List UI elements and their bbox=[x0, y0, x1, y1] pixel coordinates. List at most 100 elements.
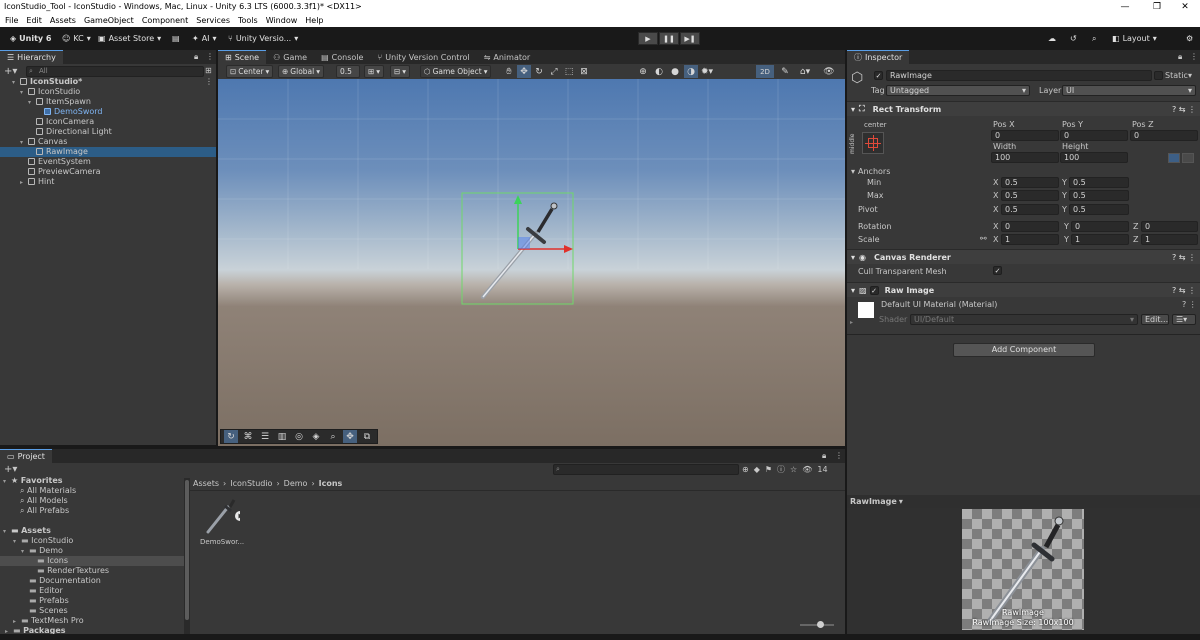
incremental-snap-dropdown[interactable]: ⊟ ▾ bbox=[390, 65, 411, 78]
tab-game[interactable]: ⚇ Game bbox=[266, 50, 314, 64]
lock-icon[interactable]: 🔒︎ bbox=[822, 451, 826, 461]
foldout-arrow-icon[interactable]: ▸ bbox=[5, 627, 13, 634]
move-tool-icon[interactable]: ✥ bbox=[343, 430, 357, 443]
transform-tool-icon[interactable]: ⊠ bbox=[577, 65, 591, 78]
project-search-input[interactable]: ⌕ bbox=[553, 464, 739, 475]
user-account-dropdown[interactable]: ☺ KC ▾ bbox=[56, 31, 97, 46]
menu-tools[interactable]: Tools bbox=[235, 16, 261, 25]
menu-gameobject[interactable]: GameObject bbox=[81, 16, 137, 25]
component-menu-icons[interactable]: ? ⇆ ⋮ bbox=[1172, 253, 1196, 262]
kebab-menu-icon[interactable]: ⋮ bbox=[206, 52, 214, 61]
project-folder-item[interactable]: ▬ Editor bbox=[0, 586, 184, 596]
tab-project[interactable]: ▭ Project bbox=[0, 449, 52, 463]
hand-tool-icon[interactable]: ✋︎ bbox=[502, 65, 516, 78]
anchor-min-x-field[interactable]: 0.5 bbox=[1001, 177, 1059, 188]
link-icon[interactable]: ⚯ bbox=[980, 234, 987, 243]
foldout-arrow-icon[interactable]: ▸ bbox=[850, 319, 853, 326]
shaded-wireframe-icon[interactable]: ◐ bbox=[652, 65, 666, 78]
render-settings-icon[interactable]: ✹▾ bbox=[700, 65, 714, 78]
raw-edit-button[interactable] bbox=[1182, 153, 1194, 163]
close-button[interactable]: ✕ bbox=[1170, 0, 1200, 14]
shader-edit-button[interactable]: Edit... bbox=[1141, 314, 1169, 325]
hierarchy-item[interactable]: ▾ ItemSpawn bbox=[0, 97, 216, 107]
menu-window[interactable]: Window bbox=[263, 16, 301, 25]
lighting-toggle-icon[interactable]: ✎ bbox=[778, 65, 792, 78]
menu-help[interactable]: Help bbox=[302, 16, 326, 25]
cull-transparent-mesh-checkbox[interactable]: ✓ bbox=[993, 266, 1002, 275]
scene-viewport[interactable]: ↻ ⌘ ☰ ▥ ◎ ◈ ⌕ ✥ ⧉ bbox=[218, 79, 845, 446]
hierarchy-item[interactable]: DemoSword bbox=[0, 107, 216, 117]
anchors-foldout[interactable]: ▾ bbox=[851, 167, 855, 176]
play-button[interactable]: ▶ bbox=[638, 32, 658, 45]
preview-header[interactable]: RawImage ▾ bbox=[847, 495, 1200, 508]
static-checkbox[interactable] bbox=[1154, 71, 1163, 80]
rotation-y-field[interactable]: 0 bbox=[1071, 221, 1129, 232]
favorite-item[interactable]: ⌕ All Models bbox=[0, 496, 184, 506]
asset-item[interactable]: DemoSwor... bbox=[200, 497, 245, 546]
cloud-button[interactable]: ☁ bbox=[1042, 31, 1062, 46]
visibility-icon[interactable]: 👁︎ bbox=[822, 65, 836, 78]
orbit-icon[interactable]: ◎ bbox=[292, 430, 306, 443]
ai-button[interactable]: ✦ AI ▾ bbox=[186, 31, 223, 46]
active-checkbox[interactable]: ✓ bbox=[874, 71, 883, 80]
tool-context-dropdown[interactable]: ⬡ Game Object ▾ bbox=[420, 65, 492, 78]
asset-store-button[interactable]: ▣ Asset Store ▾ bbox=[92, 31, 167, 46]
pos-x-field[interactable]: 0 bbox=[991, 130, 1059, 141]
menu-services[interactable]: Services bbox=[193, 16, 233, 25]
undo-history-button[interactable]: ↺ bbox=[1064, 31, 1083, 46]
chevron-down-icon[interactable]: ▾ bbox=[1188, 71, 1192, 80]
scale-z-field[interactable]: 1 bbox=[1141, 234, 1198, 245]
screenshot-icon[interactable]: ⧉ bbox=[360, 430, 374, 443]
tab-scene[interactable]: ⊞ Scene bbox=[218, 50, 267, 64]
hierarchy-item[interactable]: RawImage bbox=[0, 147, 216, 157]
assets-root[interactable]: ▾ ▬ Assets bbox=[0, 526, 184, 536]
rect-transform-header[interactable]: ▾ ⛶ Rect Transform ? ⇆ ⋮ bbox=[847, 101, 1200, 116]
component-tools-icon[interactable]: ⌘ bbox=[241, 430, 255, 443]
tab-hierarchy[interactable]: ☰ Hierarchy bbox=[0, 50, 63, 64]
anchor-max-y-field[interactable]: 0.5 bbox=[1069, 190, 1129, 201]
tag-dropdown[interactable]: Untagged ▾ bbox=[886, 85, 1030, 96]
project-folder-item[interactable]: ▬ Prefabs bbox=[0, 596, 184, 606]
tab-version-control[interactable]: ⑂ Unity Version Control bbox=[370, 50, 476, 64]
create-asset-button[interactable]: +▾ bbox=[4, 464, 17, 475]
kebab-menu-icon[interactable]: ⋮ bbox=[1190, 52, 1198, 61]
add-object-button[interactable]: +▾ bbox=[4, 66, 17, 77]
hierarchy-item[interactable]: ▾ IconStudio* ⋮ bbox=[0, 77, 216, 87]
object-name-field[interactable]: RawImage bbox=[886, 70, 1152, 81]
blueprint-mode-button[interactable] bbox=[1168, 153, 1180, 163]
shader-dropdown[interactable]: UI/Default ▾ bbox=[910, 314, 1138, 325]
hierarchy-item[interactable]: ▾ Canvas bbox=[0, 137, 216, 147]
grid-snap-dropdown[interactable]: ⊞ ▾ bbox=[364, 65, 385, 78]
project-folder-item[interactable]: ▾ ▬ Demo bbox=[0, 546, 184, 556]
hierarchy-item[interactable]: ▸ Hint bbox=[0, 177, 216, 187]
raw-image-header[interactable]: ▾ ▨ ✓ Raw Image ? ⇆ ⋮ bbox=[847, 282, 1200, 297]
favorites-header[interactable]: ▾ ★ Favorites bbox=[0, 476, 184, 486]
snap-increment-field[interactable]: 0.5 bbox=[336, 65, 360, 78]
scale-tool-icon[interactable]: ⤢ bbox=[547, 65, 561, 78]
hierarchy-item[interactable]: EventSystem bbox=[0, 157, 216, 167]
breadcrumb-iconstudio[interactable]: IconStudio bbox=[230, 479, 272, 488]
height-field[interactable]: 100 bbox=[1060, 152, 1128, 163]
version-control-dropdown[interactable]: ⑂ Unity Versio... ▾ bbox=[222, 31, 304, 46]
pivot-y-field[interactable]: 0.5 bbox=[1069, 204, 1129, 215]
hierarchy-item[interactable]: Directional Light bbox=[0, 127, 216, 137]
rotation-z-field[interactable]: 0 bbox=[1141, 221, 1198, 232]
zoom-icon[interactable]: ⌕ bbox=[326, 430, 340, 443]
project-folder-item[interactable]: ▬ Scenes bbox=[0, 606, 184, 616]
search-button[interactable]: ⌕ bbox=[1086, 31, 1102, 46]
pos-z-field[interactable]: 0 bbox=[1130, 130, 1198, 141]
pivot-x-field[interactable]: 0.5 bbox=[1001, 204, 1059, 215]
component-menu-icons[interactable]: ? ⇆ ⋮ bbox=[1172, 105, 1196, 114]
breadcrumb-assets[interactable]: Assets bbox=[193, 479, 219, 488]
move-tool-icon[interactable]: ✥ bbox=[517, 65, 531, 78]
anchor-max-x-field[interactable]: 0.5 bbox=[1001, 190, 1059, 201]
columns-icon[interactable]: ▥ bbox=[275, 430, 289, 443]
tab-animator[interactable]: ⇋ Animator bbox=[477, 50, 537, 64]
star-icon[interactable]: ☆ bbox=[790, 465, 797, 474]
hidden-packages-icon[interactable]: 👁︎ bbox=[802, 465, 812, 474]
project-folder-item[interactable]: ▸ ▬ Packages bbox=[0, 626, 184, 634]
hierarchy-item[interactable]: ▾ IconStudio bbox=[0, 87, 216, 97]
project-folder-item[interactable]: ▸ ▬ TextMesh Pro bbox=[0, 616, 184, 626]
hierarchy-item[interactable]: IconCamera bbox=[0, 117, 216, 127]
scale-x-field[interactable]: 1 bbox=[1001, 234, 1059, 245]
